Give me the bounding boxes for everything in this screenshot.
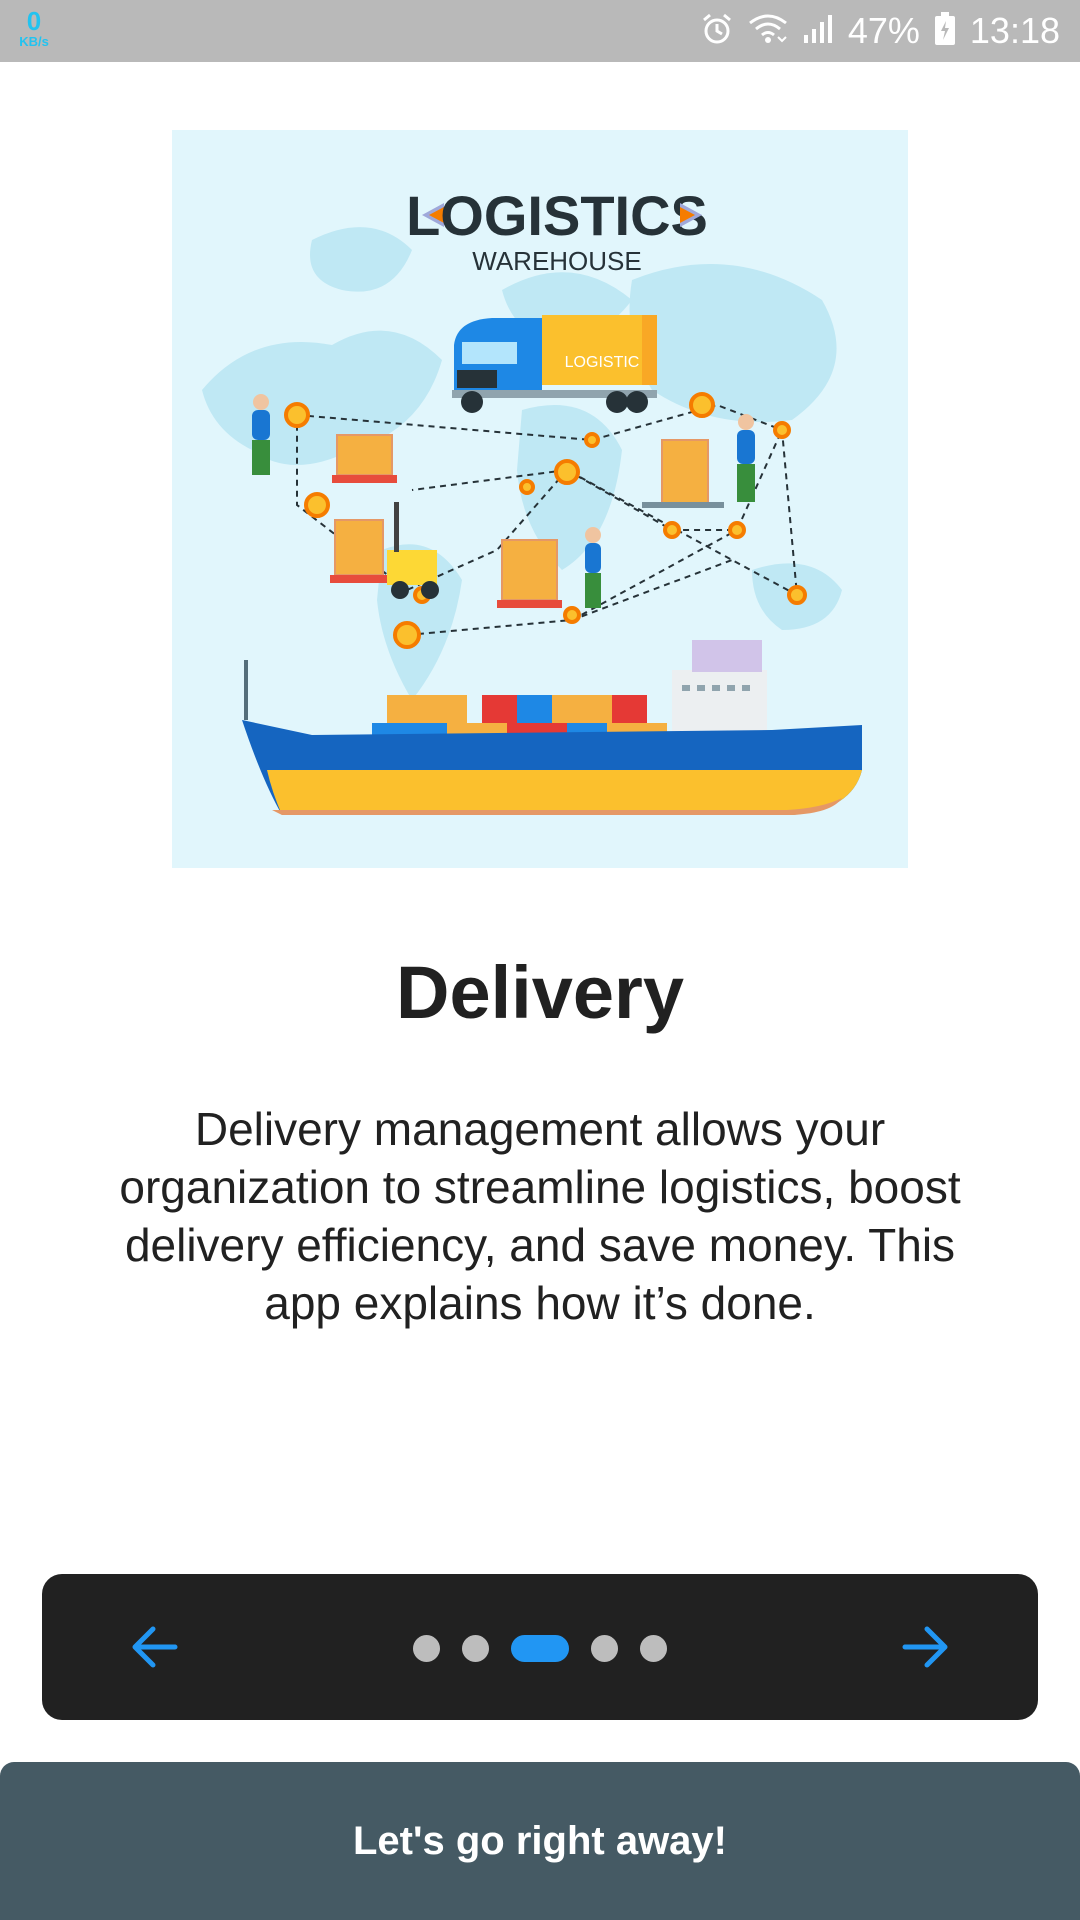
page-indicator	[42, 1634, 1038, 1662]
cargo-ship-graphic	[242, 640, 862, 815]
wifi-icon	[748, 13, 788, 50]
network-speed: 0 KB/s	[14, 8, 54, 48]
illustration-heading: LOGISTICS	[406, 184, 708, 247]
page-dot-3-active[interactable]	[511, 1634, 569, 1662]
next-button[interactable]	[890, 1614, 960, 1680]
page-dot-4[interactable]	[591, 1634, 618, 1662]
network-speed-unit: KB/s	[19, 34, 49, 49]
page-dot-5[interactable]	[640, 1634, 667, 1662]
clock: 13:18	[969, 10, 1060, 51]
truck-label: LOGISTIC	[565, 354, 640, 371]
status-bar: 0 KB/s 47% 13:18	[0, 0, 1080, 62]
illustration-subheading: WAREHOUSE	[472, 246, 642, 276]
logistics-illustration: LOGISTICS WAREHOUSE LOGISTIC	[172, 130, 908, 868]
network-speed-value: 0	[26, 6, 42, 36]
page-description: Delivery management allows your organiza…	[119, 1103, 961, 1329]
get-started-button[interactable]: Let's go right away!	[0, 1762, 1080, 1920]
get-started-label: Let's go right away!	[352, 1818, 727, 1863]
page-dot-1[interactable]	[413, 1634, 440, 1662]
page-dot-2[interactable]	[462, 1634, 489, 1662]
battery-icon	[934, 11, 956, 51]
arrow-right-icon	[902, 1626, 948, 1668]
signal-icon	[802, 13, 834, 50]
battery-percent: 47%	[847, 10, 920, 51]
page-title: Delivery	[396, 951, 684, 1034]
alarm-icon	[700, 12, 734, 51]
onboarding-pager	[42, 1574, 1038, 1720]
truck-graphic: LOGISTIC	[452, 315, 657, 413]
status-icons: 47% 13:18	[700, 0, 1060, 62]
